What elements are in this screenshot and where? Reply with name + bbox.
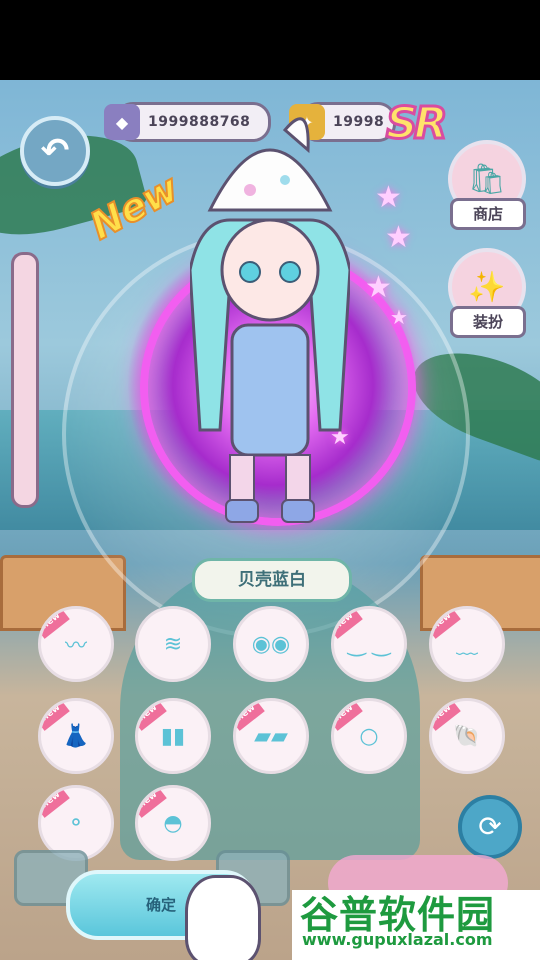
shoes-icon: ▰▰ bbox=[254, 723, 288, 749]
refresh-icon: ⟳ bbox=[478, 810, 502, 843]
shell-hat-icon: 🐚 bbox=[453, 723, 481, 749]
socks-icon: ▮▮ bbox=[160, 723, 186, 749]
pointing-hand-icon bbox=[185, 875, 261, 960]
outfit-slot[interactable]: 🐚 new bbox=[429, 698, 505, 774]
vertical-slider[interactable] bbox=[11, 252, 39, 508]
item-name-label: 贝壳蓝白 bbox=[192, 558, 352, 602]
sparkle-star-icon: ★ bbox=[390, 305, 408, 329]
shopping-bag-icon: 🛍 bbox=[467, 161, 507, 197]
face-closed-eyes-icon: ‿ ‿ bbox=[347, 631, 391, 657]
sparkle-star-icon: ★ bbox=[385, 220, 412, 255]
shell-bag-icon: ◓ bbox=[163, 810, 183, 836]
back-button[interactable]: ↶ bbox=[20, 116, 90, 186]
game-stage: ◆ 1999888768 ✦ 19998 ↶ ♥ SR 🛍 商店 ✨ 装扮 ★ … bbox=[0, 80, 540, 960]
outfit-slot[interactable]: ▰▰ new bbox=[233, 698, 309, 774]
outfit-slot[interactable]: 〰 new bbox=[38, 606, 114, 682]
necklace-icon: ⚬ bbox=[66, 810, 86, 836]
gem-icon: ◆ bbox=[104, 104, 140, 140]
outfit-slot[interactable]: ﹏ new bbox=[429, 606, 505, 682]
rarity-badge: SR bbox=[385, 97, 450, 151]
outfit-slot[interactable]: ○ new bbox=[331, 698, 407, 774]
outfit-slot[interactable]: ◓ new bbox=[135, 785, 211, 861]
outfit-slot[interactable]: ‿ ‿ new bbox=[331, 606, 407, 682]
sparkle-star-icon: ★ bbox=[365, 270, 392, 305]
outfit-slot[interactable]: ◉◉ bbox=[233, 606, 309, 682]
outfit-slot[interactable]: ▮▮ new bbox=[135, 698, 211, 774]
refresh-button[interactable]: ⟳ bbox=[458, 795, 522, 859]
outfit-slot[interactable]: ≋ bbox=[135, 606, 211, 682]
dressup-label[interactable]: 装扮 bbox=[450, 306, 526, 338]
eyes-icon: ◉◉ bbox=[251, 631, 291, 657]
back-arrow-icon: ↶ bbox=[40, 131, 70, 171]
dress-icon: 👗 bbox=[62, 723, 90, 749]
new-tag: new bbox=[41, 788, 70, 818]
hair-bangs-icon: 〰 bbox=[64, 634, 87, 659]
face-blank-icon: ○ bbox=[359, 723, 379, 749]
magic-wand-icon: ✨ bbox=[468, 269, 506, 305]
watermark-url: www.gupuxlazal.com bbox=[302, 930, 493, 949]
character-avatar bbox=[188, 110, 352, 530]
sparkle-star-icon: ★ bbox=[375, 180, 402, 215]
mouth-icon: ﹏ bbox=[455, 634, 478, 659]
hair-long-icon: ≋ bbox=[163, 631, 183, 657]
outfit-slot[interactable]: 👗 new bbox=[38, 698, 114, 774]
shop-label[interactable]: 商店 bbox=[450, 198, 526, 230]
